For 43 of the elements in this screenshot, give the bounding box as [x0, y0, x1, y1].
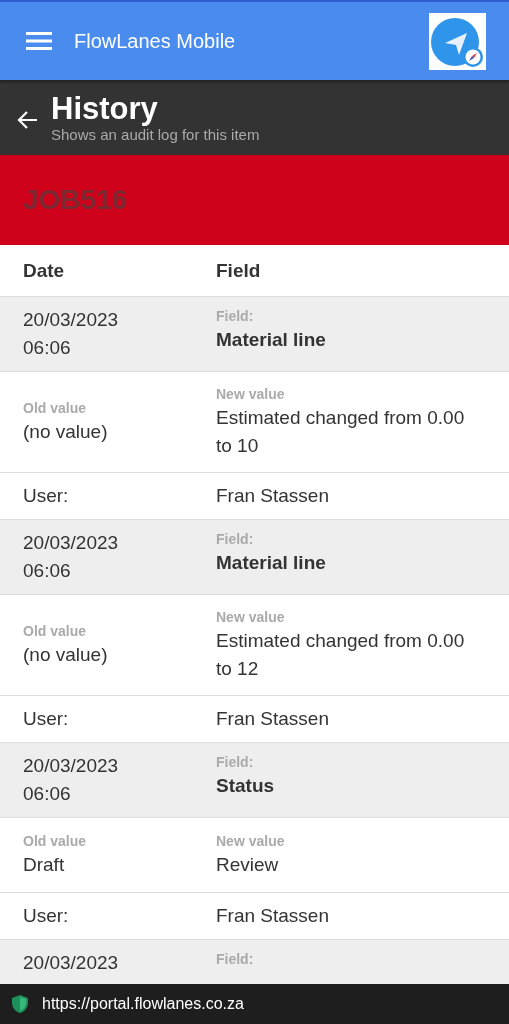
new-value-label: New value — [216, 608, 286, 627]
time-text: 06:06 — [23, 559, 72, 583]
user-name: Fran Stassen — [216, 905, 330, 927]
new-value: Estimated changed from 0.00 to 12 — [216, 629, 466, 681]
old-value-label: Old value — [23, 622, 88, 641]
page-title: History — [51, 91, 159, 126]
new-value: Estimated changed from 0.00 to 10 — [216, 406, 466, 458]
date-text: 20/03/2023 — [23, 308, 120, 332]
column-header: Field — [216, 259, 262, 282]
job-number: JOB516 — [23, 184, 128, 216]
date-text: 20/03/2023 — [23, 531, 120, 555]
user-label: User: — [23, 485, 70, 507]
field-name: Status — [216, 774, 276, 798]
field-name: Material line — [216, 551, 327, 575]
app-title: FlowLanes Mobile — [74, 29, 237, 53]
url-text: https://portal.flowlanes.co.za — [42, 995, 244, 1013]
page-subtitle: Shows an audit log for this item — [51, 125, 260, 144]
old-value: (no value) — [23, 643, 109, 667]
user-name: Fran Stassen — [216, 708, 330, 730]
new-value-label: New value — [216, 385, 286, 404]
old-value-label: Old value — [23, 832, 88, 851]
field-label: Field: — [216, 530, 255, 549]
user-label: User: — [23, 708, 70, 730]
back-arrow-icon[interactable] — [16, 108, 38, 131]
user-label: User: — [23, 905, 70, 927]
new-value-label: New value — [216, 832, 286, 851]
field-label: Field: — [216, 753, 255, 772]
date-text: 20/03/2023 — [23, 754, 120, 778]
field-name: Material line — [216, 328, 327, 352]
field-label: Field: — [216, 950, 255, 969]
old-value: Draft — [23, 853, 66, 877]
field-label: Field: — [216, 307, 255, 326]
old-value-label: Old value — [23, 399, 88, 418]
app-logo-icon — [429, 12, 486, 70]
user-name: Fran Stassen — [216, 485, 330, 507]
time-text: 06:06 — [23, 782, 72, 806]
date-text: 20/03/2023 — [23, 951, 120, 975]
column-header: Date — [23, 259, 66, 282]
menu-icon[interactable] — [26, 31, 52, 51]
old-value: (no value) — [23, 420, 109, 444]
shield-icon — [10, 994, 30, 1014]
time-text: 06:06 — [23, 336, 72, 360]
new-value: Review — [216, 853, 280, 877]
